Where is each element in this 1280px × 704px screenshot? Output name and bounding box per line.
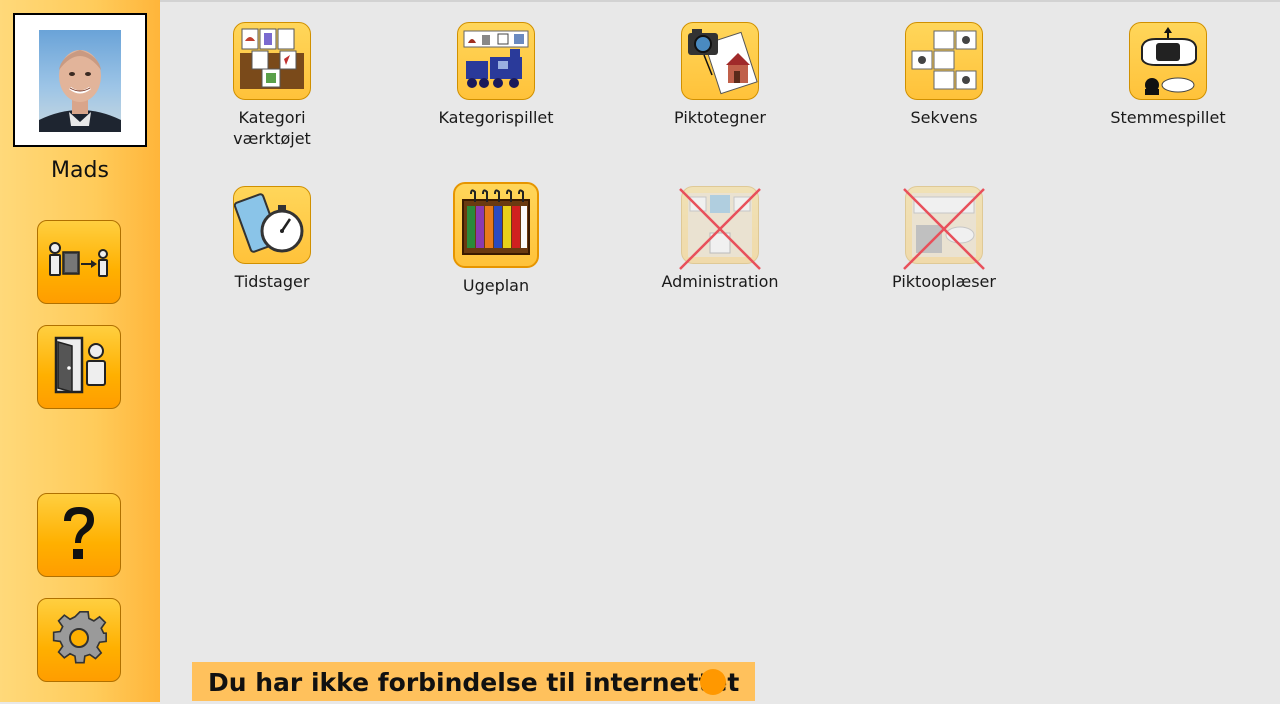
profile-photo: [39, 30, 121, 132]
timer-stopwatch-icon: [233, 186, 311, 264]
help-button[interactable]: [37, 493, 121, 577]
avatar[interactable]: [13, 13, 147, 147]
pictogram-drawer-camera-icon: [681, 22, 759, 100]
disabled-cross-icon: [679, 188, 761, 270]
app-sekvens[interactable]: Sekvens: [864, 22, 1024, 128]
switch-user-icon: [47, 238, 111, 286]
voice-game-car-icon: [1129, 22, 1207, 100]
app-piktotegner[interactable]: Piktotegner: [640, 22, 800, 128]
app-label: Piktotegner: [674, 108, 766, 127]
app-launcher-grid: Kategori værktøjet Kategorispillet Pikto…: [160, 0, 1280, 702]
help-question-icon: [54, 501, 104, 569]
app-label: Administration: [661, 272, 779, 291]
offline-status-banner: Du har ikke forbindelse til internettet: [192, 662, 756, 701]
app-stemmespillet[interactable]: Stemmespillet: [1088, 22, 1248, 128]
app-label: Kategorispillet: [438, 108, 554, 127]
app-label: Sekvens: [910, 108, 978, 127]
sidebar: Mads: [0, 0, 160, 702]
category-game-train-icon: [457, 22, 535, 100]
connection-status-dot: [700, 669, 726, 695]
settings-gear-icon: [48, 607, 110, 673]
app-label: Tidstager: [234, 272, 310, 291]
user-name: Mads: [51, 158, 109, 183]
settings-button[interactable]: [37, 598, 121, 682]
app-tidstager[interactable]: Tidstager: [192, 186, 352, 292]
logout-door-icon: [48, 334, 110, 400]
app-label: Stemmespillet: [1110, 108, 1226, 127]
logout-button[interactable]: [37, 325, 121, 409]
app-administration[interactable]: Administration: [640, 186, 800, 292]
app-piktooplaeser[interactable]: Piktooplæser: [864, 186, 1024, 292]
disabled-cross-icon: [903, 188, 985, 270]
week-plan-icon: [453, 182, 539, 268]
app-kategori-vaerktoejet[interactable]: Kategori værktøjet: [192, 22, 352, 149]
sequence-icon: [905, 22, 983, 100]
category-tool-icon: [233, 22, 311, 100]
switch-user-button[interactable]: [37, 220, 121, 304]
app-label: Piktooplæser: [892, 272, 996, 291]
app-ugeplan[interactable]: Ugeplan: [416, 182, 576, 296]
app-kategorispillet[interactable]: Kategorispillet: [416, 22, 576, 128]
app-label: Ugeplan: [462, 276, 530, 295]
app-label: Kategori værktøjet: [233, 108, 311, 148]
